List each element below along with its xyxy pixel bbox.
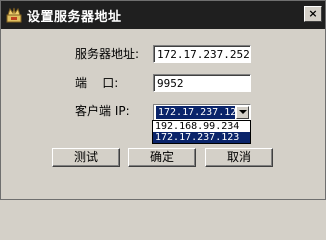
client-ip-combobox[interactable]: 172.17.237.123 <box>153 104 251 121</box>
cancel-button[interactable]: 取消 <box>205 148 273 167</box>
window-title: 设置服务器地址 <box>27 10 122 25</box>
app-icon <box>5 6 23 24</box>
dropdown-option-highlighted[interactable]: 172.17.237.123 <box>153 132 250 143</box>
server-address-label: 服务器地址: <box>75 47 140 61</box>
title-bar[interactable]: 设置服务器地址 × <box>1 1 325 29</box>
dropdown-option[interactable]: 192.168.99.234 <box>153 121 250 132</box>
client-ip-label: 客户端 IP: <box>75 104 130 118</box>
ok-button[interactable]: 确定 <box>128 148 196 167</box>
client-ip-dropdown-list[interactable]: 192.168.99.234 172.17.237.123 <box>152 120 251 144</box>
dialog-window: 设置服务器地址 × 服务器地址: 172.17.237.252 端 口: 995… <box>0 0 326 200</box>
test-button[interactable]: 测试 <box>52 148 120 167</box>
client-ip-selected-value[interactable]: 172.17.237.123 <box>156 106 235 119</box>
port-label: 端 口: <box>75 76 119 90</box>
server-address-input[interactable]: 172.17.237.252 <box>153 45 251 63</box>
port-input[interactable]: 9952 <box>153 74 251 92</box>
close-button[interactable]: × <box>304 6 322 22</box>
dropdown-arrow-button[interactable] <box>236 106 249 119</box>
chevron-down-icon <box>239 110 247 114</box>
